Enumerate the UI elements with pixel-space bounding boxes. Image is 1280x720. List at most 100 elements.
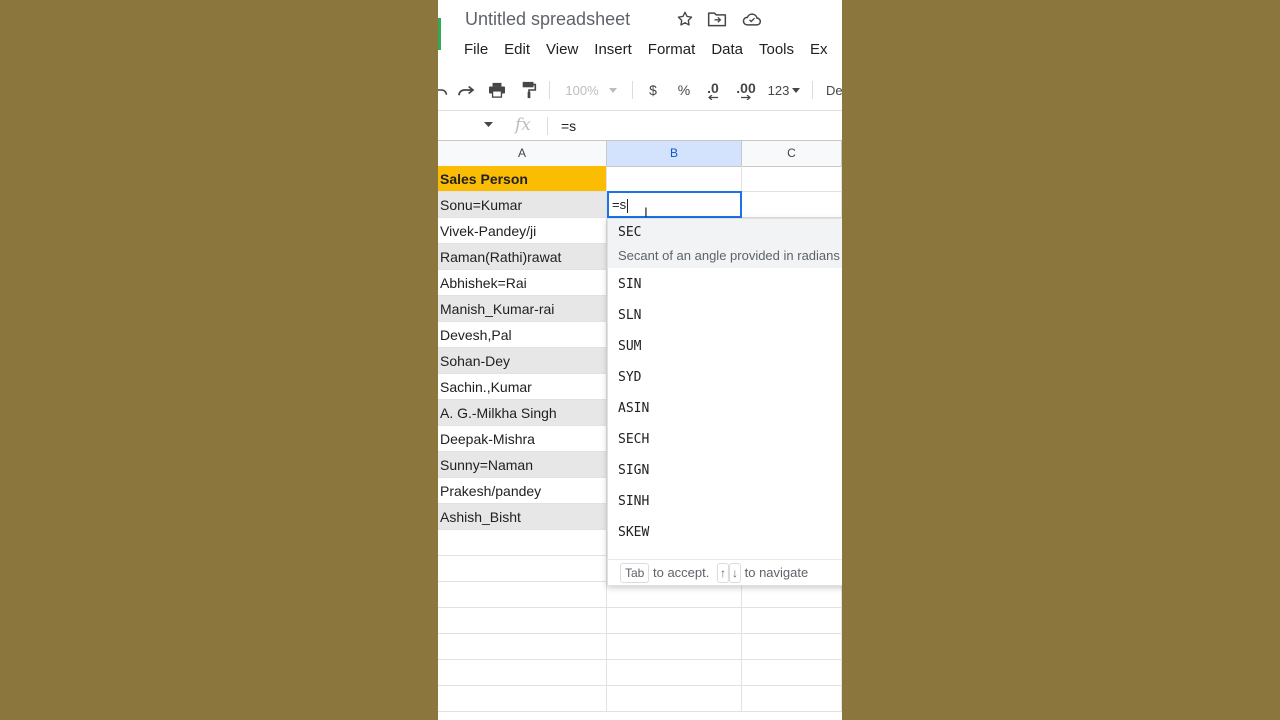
cell-c2[interactable] <box>742 192 842 218</box>
menu-insert[interactable]: Insert <box>594 41 632 58</box>
zoom-dropdown-icon <box>608 87 617 93</box>
cell-a7[interactable]: Devesh,Pal <box>438 322 607 348</box>
fx-icon: fx <box>515 115 531 135</box>
table-row: Sales Person <box>438 166 842 192</box>
cell-a6[interactable]: Manish_Kumar-rai <box>438 296 607 322</box>
menu-tools[interactable]: Tools <box>759 41 794 58</box>
empty-cell[interactable] <box>438 530 607 556</box>
autocomplete-function-name: SEC <box>618 225 642 240</box>
menu-data[interactable]: Data <box>711 41 743 58</box>
sheets-logo-edge <box>438 18 441 50</box>
column-headers: A B C <box>438 140 842 167</box>
more-formats-label: 123 <box>767 82 790 98</box>
autocomplete-item[interactable]: SINH <box>618 494 649 509</box>
cell-editor-text: =s <box>612 197 627 212</box>
increase-decimal-label: .00 <box>736 79 756 96</box>
formula-input[interactable]: =s <box>561 118 576 134</box>
decrease-decimal-label: .0 <box>707 79 719 96</box>
cell-a10[interactable]: A. G.-Milkha Singh <box>438 400 607 426</box>
more-formats-button[interactable]: 123 <box>764 79 804 101</box>
empty-cell[interactable] <box>607 608 742 634</box>
empty-cell[interactable] <box>438 582 607 608</box>
empty-cell[interactable] <box>607 660 742 686</box>
star-icon[interactable] <box>674 8 696 30</box>
zoom-select[interactable]: 100% <box>560 79 622 101</box>
cell-a13[interactable]: Prakesh/pandey <box>438 478 607 504</box>
empty-cell[interactable] <box>742 686 842 712</box>
empty-cell[interactable] <box>607 634 742 660</box>
autocomplete-item[interactable]: SLN <box>618 308 641 323</box>
autocomplete-item[interactable]: SUM <box>618 339 641 354</box>
menu-file[interactable]: File <box>464 41 488 58</box>
empty-cell[interactable] <box>438 556 607 582</box>
autocomplete-item[interactable]: SYD <box>618 370 641 385</box>
empty-cell[interactable] <box>438 660 607 686</box>
menu-format[interactable]: Format <box>648 41 696 58</box>
spreadsheet-app: Untitled spreadsheet File Edit View Inse… <box>438 0 842 720</box>
column-header-c[interactable]: C <box>742 141 842 166</box>
menu-edit[interactable]: Edit <box>504 41 530 58</box>
menu-view[interactable]: View <box>546 41 578 58</box>
autocomplete-item-selected[interactable]: SEC Secant of an angle provided in radia… <box>608 219 842 268</box>
tab-key: Tab <box>620 563 650 583</box>
arrow-right-icon <box>741 94 751 100</box>
menu-bar: File Edit View Insert Format Data Tools … <box>464 41 842 58</box>
more-formats-dropdown-icon <box>792 87 801 93</box>
cell-a3[interactable]: Vivek-Pandey/ji <box>438 218 607 244</box>
cell-a8[interactable]: Sohan-Dey <box>438 348 607 374</box>
cell-a11[interactable]: Deepak-Mishra <box>438 426 607 452</box>
column-header-a[interactable]: A <box>438 141 607 166</box>
table-row <box>438 686 842 712</box>
cloud-status-icon[interactable] <box>741 8 763 30</box>
autocomplete-hint: Tab to accept. ↑ ↓ to navigate <box>608 559 842 586</box>
empty-cell[interactable] <box>438 608 607 634</box>
autocomplete-item[interactable]: SIGN <box>618 463 649 478</box>
paint-format-icon[interactable] <box>518 79 540 101</box>
up-arrow-key: ↑ <box>716 563 729 583</box>
redo-icon[interactable] <box>455 79 477 101</box>
decrease-decimal-button[interactable]: .0 <box>702 79 724 101</box>
accept-hint: to accept. <box>652 565 710 580</box>
move-folder-icon[interactable] <box>706 8 728 30</box>
formula-autocomplete: SEC Secant of an angle provided in radia… <box>607 218 842 586</box>
cell-b1[interactable] <box>607 166 742 192</box>
empty-cell[interactable] <box>742 608 842 634</box>
autocomplete-item[interactable]: SIN <box>618 277 641 292</box>
arrow-left-icon <box>708 94 718 100</box>
percent-button[interactable]: % <box>674 79 694 101</box>
menu-extensions[interactable]: Ex <box>810 41 828 58</box>
toolbar-divider <box>632 81 633 99</box>
empty-cell[interactable] <box>607 686 742 712</box>
name-box-dropdown-icon[interactable] <box>484 122 493 127</box>
column-header-b[interactable]: B <box>607 141 742 166</box>
autocomplete-function-description: Secant of an angle provided in radians <box>618 248 840 263</box>
empty-cell[interactable] <box>438 634 607 660</box>
increase-decimal-button[interactable]: .00 <box>733 79 759 101</box>
cell-a14[interactable]: Ashish_Bisht <box>438 504 607 530</box>
cell-a5[interactable]: Abhishek=Rai <box>438 270 607 296</box>
cell-c1[interactable] <box>742 166 842 192</box>
cell-a9[interactable]: Sachin.,Kumar <box>438 374 607 400</box>
cell-a2[interactable]: Sonu=Kumar <box>438 192 607 218</box>
empty-cell[interactable] <box>438 686 607 712</box>
font-select[interactable]: De <box>826 79 842 101</box>
autocomplete-item[interactable]: ASIN <box>618 401 649 416</box>
toolbar-divider <box>549 81 550 99</box>
cell-a1[interactable]: Sales Person <box>438 166 607 192</box>
empty-cell[interactable] <box>742 660 842 686</box>
autocomplete-item[interactable]: SECH <box>618 432 649 447</box>
empty-cell[interactable] <box>742 634 842 660</box>
text-caret <box>627 198 629 213</box>
table-row <box>438 660 842 686</box>
undo-icon[interactable] <box>438 79 448 101</box>
document-title[interactable]: Untitled spreadsheet <box>465 9 630 30</box>
autocomplete-item[interactable]: SKEW <box>618 525 649 540</box>
cell-a12[interactable]: Sunny=Naman <box>438 452 607 478</box>
currency-button[interactable]: $ <box>643 79 663 101</box>
toolbar-divider <box>812 81 813 99</box>
cell-b2-editor[interactable]: =s <box>607 191 742 218</box>
formula-bar-divider <box>547 117 548 135</box>
cell-a4[interactable]: Raman(Rathi)rawat <box>438 244 607 270</box>
print-icon[interactable] <box>486 79 508 101</box>
table-row <box>438 608 842 634</box>
